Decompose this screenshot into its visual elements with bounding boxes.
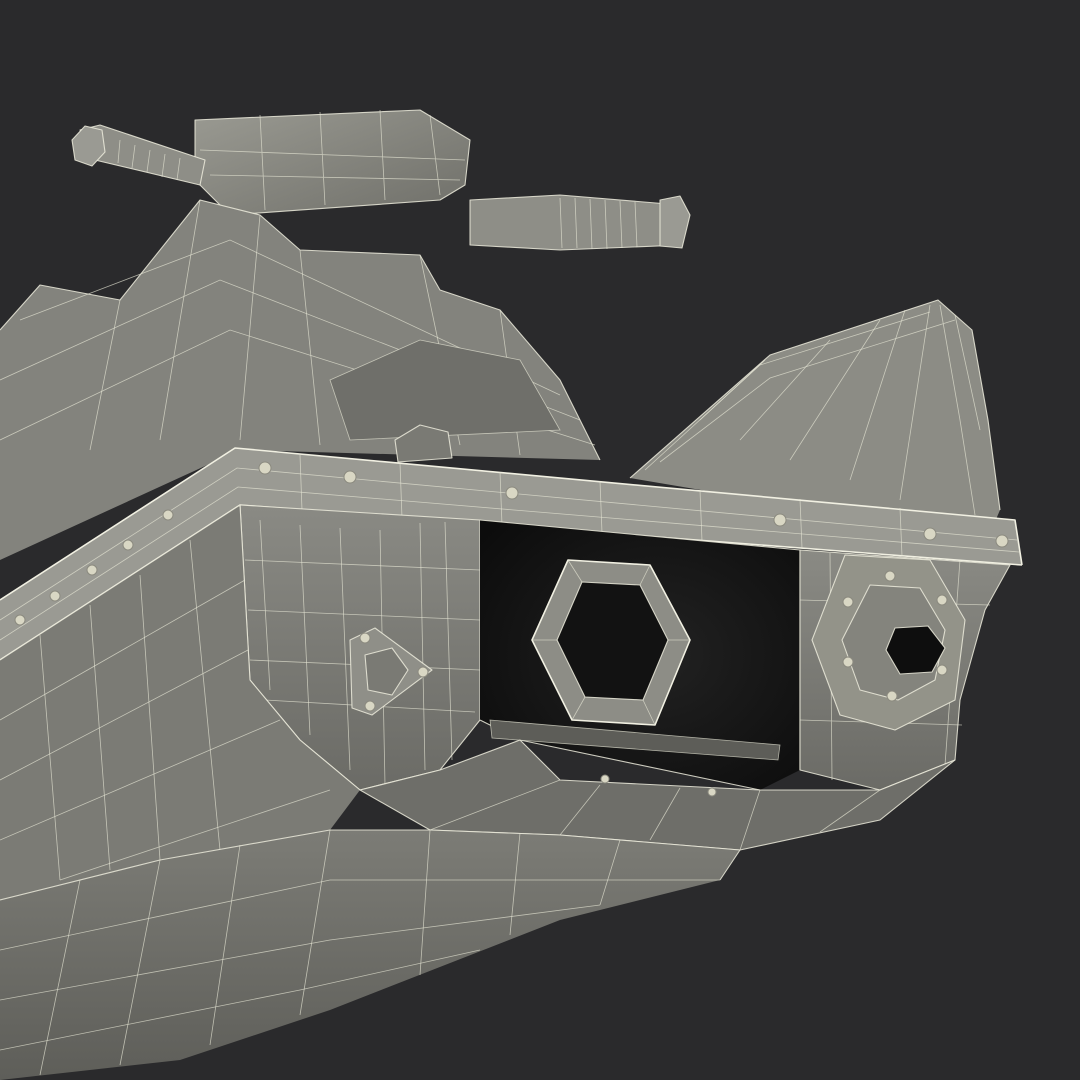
rim-bolt	[923, 527, 937, 541]
intake-bolt	[842, 656, 854, 668]
rim-bolt	[162, 509, 174, 521]
rim-bolt	[14, 614, 26, 626]
intake-bolt	[884, 570, 896, 582]
intake-bolt	[886, 690, 898, 702]
mount-bolt	[364, 700, 376, 712]
intake-bolt	[936, 594, 948, 606]
mount-bolt	[359, 632, 371, 644]
rim-bolt	[122, 539, 134, 551]
rim-bolt	[773, 513, 787, 527]
rim-bolt	[258, 461, 272, 475]
plate-bolt	[600, 774, 610, 784]
intake-bolt	[842, 596, 854, 608]
rim-bolt	[505, 486, 519, 500]
rim-bolt	[995, 534, 1009, 548]
plate-bolt	[707, 787, 717, 797]
rim-bolt	[343, 470, 357, 484]
rim-bolt	[49, 590, 61, 602]
wireframe-render	[0, 109, 1023, 1080]
handlebar	[71, 109, 691, 251]
rim-bolt	[86, 564, 98, 576]
mount-bolt	[417, 666, 429, 678]
intake-bolt	[936, 664, 948, 676]
